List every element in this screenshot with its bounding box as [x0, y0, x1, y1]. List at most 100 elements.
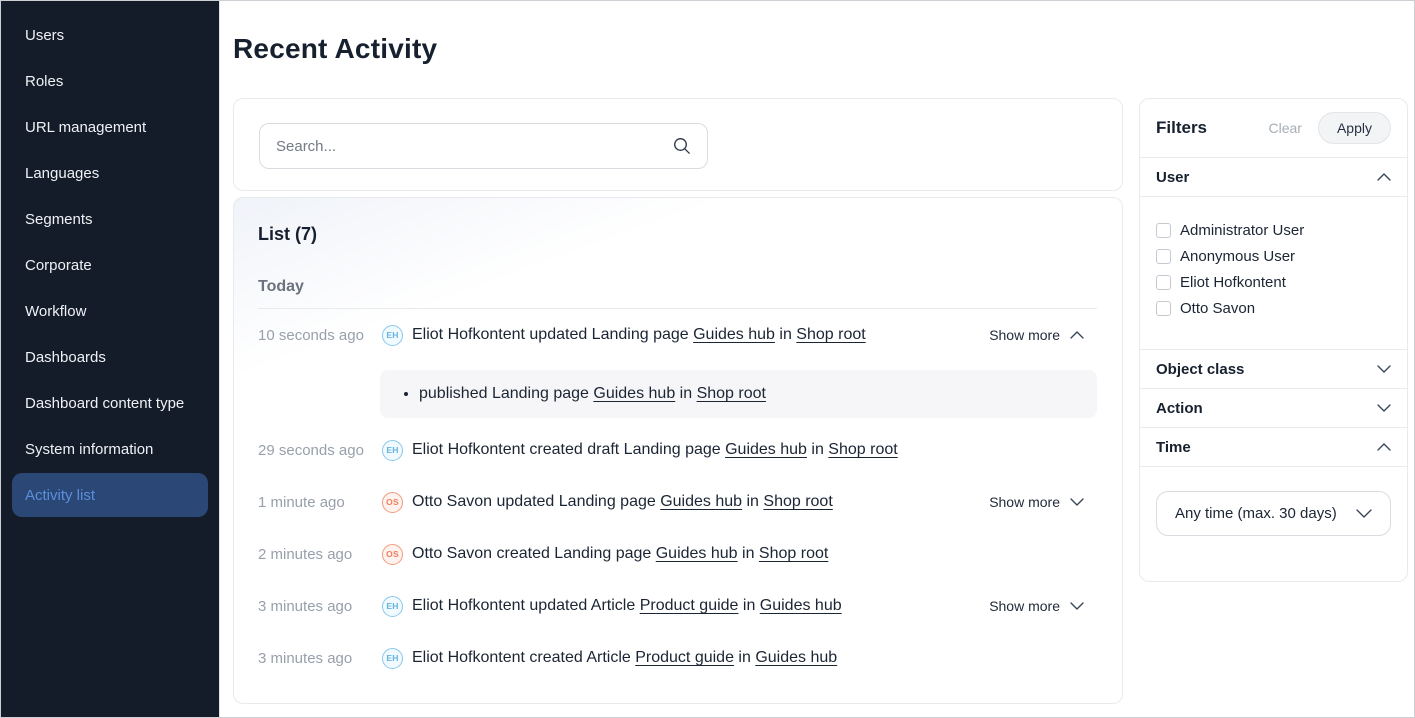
- activity-time: 1 minute ago: [258, 494, 382, 511]
- object-link[interactable]: Guides hub: [660, 493, 742, 510]
- filter-option-label: Administrator User: [1180, 222, 1304, 239]
- chevron-down-icon: [1377, 404, 1391, 412]
- filter-section-user-toggle[interactable]: User: [1140, 158, 1407, 196]
- user-avatar-badge: EH: [382, 325, 403, 346]
- sidebar-item-activity-list[interactable]: Activity list: [12, 473, 208, 517]
- activity-row: 10 seconds ago EH Eliot Hofkontent updat…: [258, 309, 1097, 361]
- activity-text-connector: in: [738, 597, 759, 614]
- object-link[interactable]: Product guide: [640, 597, 739, 614]
- filter-section-label: Action: [1156, 400, 1203, 417]
- chevron-down-icon: [1070, 602, 1084, 610]
- search-icon[interactable]: [673, 137, 691, 155]
- app-window: Users Roles URL management Languages Seg…: [0, 0, 1415, 718]
- activity-text-main: Eliot Hofkontent updated Article: [412, 597, 640, 614]
- activity-row: 2 minutes ago OS Otto Savon created Land…: [258, 528, 1097, 580]
- filters-title: Filters: [1156, 118, 1207, 138]
- sidebar-item-roles[interactable]: Roles: [12, 59, 208, 103]
- sidebar-item-workflow[interactable]: Workflow: [12, 289, 208, 333]
- filter-section-time: Time Any time (max. 30 days): [1140, 427, 1407, 581]
- filter-section-user: User Administrator User Anonymous User: [1140, 157, 1407, 349]
- activity-time: 3 minutes ago: [258, 650, 382, 667]
- parent-link[interactable]: Shop root: [796, 326, 865, 343]
- chevron-down-icon: [1377, 365, 1391, 373]
- activity-text-main: Otto Savon created Landing page: [412, 545, 656, 562]
- checkbox[interactable]: [1156, 249, 1171, 264]
- parent-link[interactable]: Shop root: [828, 441, 897, 458]
- time-range-value: Any time (max. 30 days): [1175, 505, 1337, 522]
- main-content: Recent Activity List (7) Toda: [220, 1, 1414, 717]
- filter-option: Eliot Hofkontent: [1156, 269, 1391, 295]
- sidebar-item-segments[interactable]: Segments: [12, 197, 208, 241]
- object-link[interactable]: Guides hub: [725, 441, 807, 458]
- activity-text-main: Otto Savon updated Landing page: [412, 493, 660, 510]
- sidebar-item-dashboards[interactable]: Dashboards: [12, 335, 208, 379]
- filter-section-action-toggle[interactable]: Action: [1140, 389, 1407, 427]
- time-range-dropdown[interactable]: Any time (max. 30 days): [1156, 491, 1391, 536]
- object-link[interactable]: Guides hub: [693, 326, 775, 343]
- parent-link[interactable]: Guides hub: [760, 597, 842, 614]
- detail-text: published Landing page: [419, 385, 593, 402]
- sidebar-item-label: Users: [25, 27, 64, 44]
- activity-text-connector: in: [775, 326, 796, 343]
- filters-header: Filters Clear Apply: [1140, 99, 1407, 157]
- search-panel: [233, 98, 1123, 191]
- filter-option: Administrator User: [1156, 217, 1391, 243]
- checkbox[interactable]: [1156, 275, 1171, 290]
- activity-row: 3 minutes ago EH Eliot Hofkontent update…: [258, 580, 1097, 632]
- activity-row: 29 seconds ago EH Eliot Hofkontent creat…: [258, 424, 1097, 476]
- filter-option-label: Anonymous User: [1180, 248, 1295, 265]
- show-more-button[interactable]: Show more: [989, 327, 1097, 343]
- sidebar-item-url-management[interactable]: URL management: [12, 105, 208, 149]
- sidebar-item-label: Languages: [25, 165, 99, 182]
- filter-option-label: Otto Savon: [1180, 300, 1255, 317]
- object-link[interactable]: Product guide: [635, 649, 734, 666]
- activity-text: Eliot Hofkontent created draft Landing p…: [412, 441, 898, 459]
- filter-section-user-body: Administrator User Anonymous User Eliot …: [1140, 196, 1407, 349]
- parent-link[interactable]: Shop root: [697, 385, 766, 402]
- sidebar-item-dashboard-content-type[interactable]: Dashboard content type: [12, 381, 208, 425]
- sidebar-item-system-information[interactable]: System information: [12, 427, 208, 471]
- user-avatar-badge: EH: [382, 440, 403, 461]
- activity-text-connector: in: [742, 493, 763, 510]
- chevron-up-icon: [1377, 443, 1391, 451]
- activity-text-connector: in: [807, 441, 828, 458]
- list-title: List (7): [258, 224, 1097, 245]
- user-avatar-badge: EH: [382, 596, 403, 617]
- activity-text-connector: in: [738, 545, 759, 562]
- chevron-down-icon: [1070, 498, 1084, 506]
- activity-text: Otto Savon created Landing page Guides h…: [412, 545, 828, 563]
- filter-section-object-class: Object class: [1140, 349, 1407, 388]
- clear-button[interactable]: Clear: [1259, 114, 1312, 142]
- parent-link[interactable]: Shop root: [759, 545, 828, 562]
- sidebar-item-corporate[interactable]: Corporate: [12, 243, 208, 287]
- filter-option: Anonymous User: [1156, 243, 1391, 269]
- filter-section-object-class-toggle[interactable]: Object class: [1140, 350, 1407, 388]
- show-more-button[interactable]: Show more: [989, 598, 1097, 614]
- checkbox[interactable]: [1156, 223, 1171, 238]
- search-input[interactable]: [276, 138, 663, 155]
- activity-text-main: Eliot Hofkontent created draft Landing p…: [412, 441, 725, 458]
- parent-link[interactable]: Guides hub: [755, 649, 837, 666]
- apply-button[interactable]: Apply: [1318, 112, 1391, 144]
- detail-text-connector: in: [675, 385, 696, 402]
- sidebar-item-languages[interactable]: Languages: [12, 151, 208, 195]
- filter-section-time-toggle[interactable]: Time: [1140, 428, 1407, 466]
- activity-text: Otto Savon updated Landing page Guides h…: [412, 493, 833, 511]
- sidebar-item-label: System information: [25, 441, 153, 458]
- checkbox[interactable]: [1156, 301, 1171, 316]
- activity-text-main: Eliot Hofkontent updated Landing page: [412, 326, 693, 343]
- activity-time: 3 minutes ago: [258, 598, 382, 615]
- show-more-button[interactable]: Show more: [989, 494, 1097, 510]
- object-link[interactable]: Guides hub: [656, 545, 738, 562]
- object-link[interactable]: Guides hub: [593, 385, 675, 402]
- filter-section-label: Time: [1156, 439, 1191, 456]
- activity-detail-item: published Landing page Guides hub in Sho…: [419, 385, 766, 403]
- sidebar-item-users[interactable]: Users: [12, 13, 208, 57]
- user-avatar-badge: OS: [382, 544, 403, 565]
- parent-link[interactable]: Shop root: [763, 493, 832, 510]
- sidebar-item-label: Dashboards: [25, 349, 106, 366]
- page-title: Recent Activity: [233, 31, 1406, 67]
- activity-time: 2 minutes ago: [258, 546, 382, 563]
- filter-section-action: Action: [1140, 388, 1407, 427]
- activity-text: Eliot Hofkontent updated Landing page Gu…: [412, 326, 866, 344]
